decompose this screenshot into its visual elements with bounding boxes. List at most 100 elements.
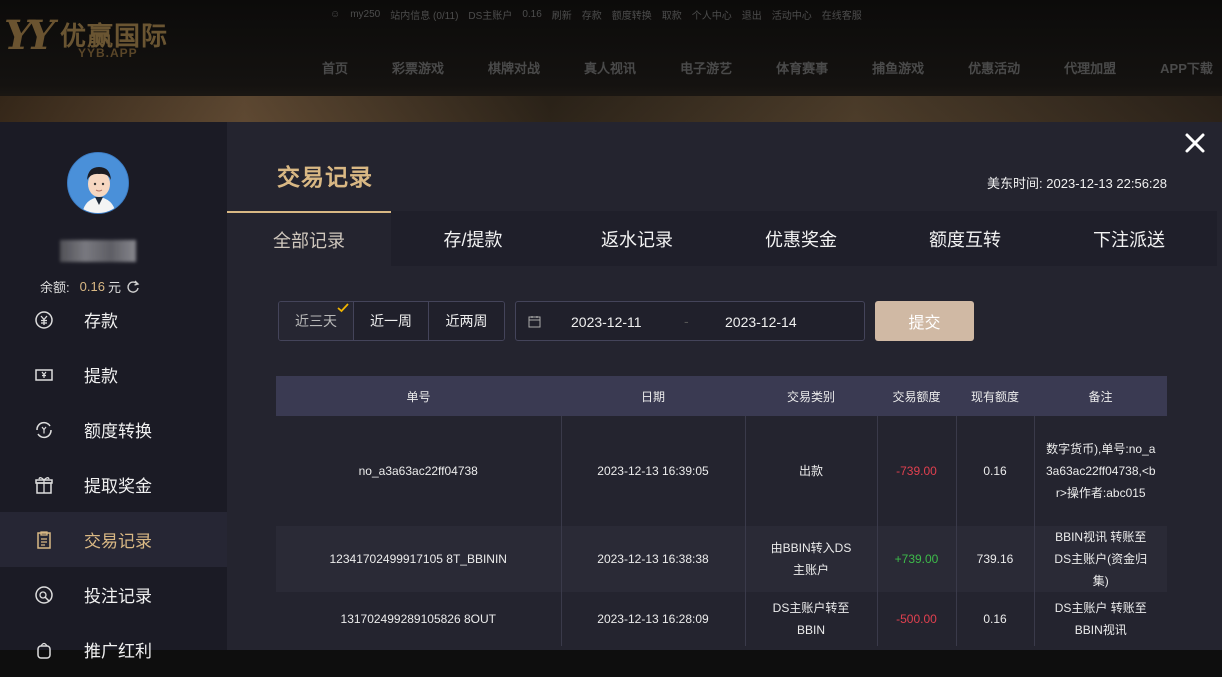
col-amount: 交易额度 xyxy=(877,376,956,416)
cell-amount: -500.00 xyxy=(877,592,957,646)
cell-order-no: 131702499289105826 8OUT xyxy=(276,592,562,646)
topbar-withdraw[interactable]: 取款 xyxy=(662,7,682,22)
sidebar-item-label: 交易记录 xyxy=(84,532,152,551)
tab-promo-bonus[interactable]: 优惠奖金 xyxy=(719,211,883,266)
cell-balance: 0.16 xyxy=(956,592,1035,646)
site-logo[interactable]: YY 优赢国际 YYB.APP xyxy=(4,8,174,60)
sidebar-item-label: 投注记录 xyxy=(84,587,152,606)
sidebar-item-withdraw[interactable]: 提款 xyxy=(0,347,227,402)
topbar-refresh[interactable]: 刷新 xyxy=(552,7,572,22)
cell-date: 2023-12-13 16:38:38 xyxy=(561,526,746,592)
nav-fishing[interactable]: 捕鱼游戏 xyxy=(872,58,924,77)
eastern-time: 美东时间: 2023-12-13 22:56:28 xyxy=(987,173,1167,192)
sidebar-item-label: 存款 xyxy=(84,312,118,331)
username-redacted xyxy=(60,240,136,262)
col-note: 备注 xyxy=(1034,376,1167,416)
nav-agent[interactable]: 代理加盟 xyxy=(1064,58,1116,77)
sidebar-menu: 存款 提款 额度转换 提取奖金 交易记录 投注记录 推广红利 xyxy=(0,292,227,677)
site-topbar: ☺ my250 站内信息 (0/11) DS主账户 0.16 刷新 存款 额度转… xyxy=(330,6,872,22)
cell-note: BBIN视讯 转账至 DS主账户(资金归集) xyxy=(1034,526,1167,592)
time-label: 美东时间: xyxy=(987,176,1043,191)
sidebar-item-bets[interactable]: 投注记录 xyxy=(0,567,227,622)
sidebar-item-label: 额度转换 xyxy=(84,422,152,441)
topbar-support[interactable]: 在线客服 xyxy=(822,7,862,22)
nav-live[interactable]: 真人视讯 xyxy=(584,58,636,77)
page-title: 交易记录 xyxy=(277,164,373,190)
withdraw-icon xyxy=(34,365,54,385)
cell-type: 由BBIN转入DS主账户 xyxy=(745,526,878,592)
sidebar-item-label: 提取奖金 xyxy=(84,477,152,496)
transactions-panel: 交易记录 美东时间: 2023-12-13 22:56:28 全部记录 存/提款… xyxy=(227,122,1222,650)
range-selector: 近三天 近一周 近两周 xyxy=(278,301,505,341)
sidebar-item-transactions[interactable]: 交易记录 xyxy=(0,512,227,567)
topbar-username[interactable]: my250 xyxy=(350,9,380,20)
tab-all-records[interactable]: 全部记录 xyxy=(227,211,391,266)
cell-balance: 739.16 xyxy=(956,526,1035,592)
cell-date: 2023-12-13 16:39:05 xyxy=(561,416,746,526)
avatar xyxy=(67,152,129,214)
main-nav: 首页 彩票游戏 棋牌对战 真人视讯 电子游艺 体育赛事 捕鱼游戏 优惠活动 代理… xyxy=(322,58,1222,77)
site-header: YY 优赢国际 YYB.APP ☺ my250 站内信息 (0/11) DS主账… xyxy=(0,0,1222,122)
date-range-picker[interactable]: 2023-12-11 - 2023-12-14 xyxy=(515,301,865,341)
table-header-row: 单号 日期 交易类别 交易额度 现有额度 备注 xyxy=(276,376,1167,416)
cell-order-no: 12341702499917105 8T_BBININ xyxy=(276,526,562,592)
topbar-account[interactable]: DS主账户 xyxy=(468,7,512,22)
sidebar-item-bonus[interactable]: 提取奖金 xyxy=(0,457,227,512)
calendar-icon xyxy=(528,316,541,328)
end-date[interactable]: 2023-12-14 xyxy=(725,314,797,330)
gift-icon xyxy=(34,475,54,495)
col-order-no: 单号 xyxy=(276,376,561,416)
nav-slots[interactable]: 电子游艺 xyxy=(680,58,732,77)
tab-rebate[interactable]: 返水记录 xyxy=(555,211,719,266)
range-1-week[interactable]: 近一周 xyxy=(354,302,429,340)
avatar-image xyxy=(68,153,128,213)
date-separator: - xyxy=(684,313,689,329)
header-banner-strip xyxy=(0,96,1222,122)
nav-sports[interactable]: 体育赛事 xyxy=(776,58,828,77)
nav-chess[interactable]: 棋牌对战 xyxy=(488,58,540,77)
cell-date: 2023-12-13 16:28:09 xyxy=(561,592,746,646)
clipboard-icon xyxy=(34,530,54,550)
check-icon xyxy=(337,303,349,313)
tab-bet-payout[interactable]: 下注派送 xyxy=(1047,211,1211,266)
account-modal: 余额: 0.16 元 存款 提款 额度转换 提取奖金 交易记录 投注记录 推广红… xyxy=(0,122,1222,661)
topbar-balance: 0.16 xyxy=(522,8,542,20)
topbar-transfer[interactable]: 额度转换 xyxy=(612,7,652,22)
nav-home[interactable]: 首页 xyxy=(322,58,348,77)
tab-deposit-withdraw[interactable]: 存/提款 xyxy=(391,211,555,266)
account-sidebar: 余额: 0.16 元 存款 提款 额度转换 提取奖金 交易记录 投注记录 推广红… xyxy=(0,122,227,661)
submit-button[interactable]: 提交 xyxy=(875,301,974,341)
nav-lottery[interactable]: 彩票游戏 xyxy=(392,58,444,77)
topbar-deposit[interactable]: 存款 xyxy=(582,7,602,22)
topbar-logout[interactable]: 退出 xyxy=(742,7,762,22)
transactions-table: 单号 日期 交易类别 交易额度 现有额度 备注 no_a3a63ac22ff04… xyxy=(276,376,1167,646)
range-2-weeks[interactable]: 近两周 xyxy=(429,302,504,340)
tab-transfers[interactable]: 额度互转 xyxy=(883,211,1047,266)
nav-app[interactable]: APP下载 xyxy=(1160,58,1213,77)
time-value: 2023-12-13 22:56:28 xyxy=(1046,176,1167,191)
record-tabs: 全部记录 存/提款 返水记录 优惠奖金 额度互转 下注派送 xyxy=(227,211,1217,266)
range-3-days[interactable]: 近三天 xyxy=(279,302,354,340)
cell-note: DS主账户 转账至 BBIN视讯 xyxy=(1034,592,1167,646)
cell-note: 数字货币),单号:no_a3a63ac22ff04738,<br>操作者:abc… xyxy=(1034,416,1167,526)
sidebar-item-transfer[interactable]: 额度转换 xyxy=(0,402,227,457)
cell-type: DS主账户转至BBIN xyxy=(745,592,878,646)
start-date[interactable]: 2023-12-11 xyxy=(571,314,642,330)
col-balance: 现有额度 xyxy=(956,376,1034,416)
bet-record-icon xyxy=(34,585,54,605)
logo-mark: YY xyxy=(4,12,55,59)
topbar-profile[interactable]: 个人中心 xyxy=(692,7,732,22)
col-date: 日期 xyxy=(561,376,745,416)
table-row: 131702499289105826 8OUT 2023-12-13 16:28… xyxy=(276,592,1167,646)
transfer-icon xyxy=(34,420,54,440)
user-icon: ☺ xyxy=(330,8,341,20)
topbar-activity[interactable]: 活动中心 xyxy=(772,7,812,22)
topbar-messages[interactable]: 站内信息 (0/11) xyxy=(390,7,458,22)
close-icon[interactable] xyxy=(1182,130,1208,156)
table-row: 12341702499917105 8T_BBININ 2023-12-13 1… xyxy=(276,526,1167,592)
sidebar-item-label: 提款 xyxy=(84,367,118,386)
sidebar-item-deposit[interactable]: 存款 xyxy=(0,292,227,347)
cell-type: 出款 xyxy=(745,416,878,526)
date-filter: 近三天 近一周 近两周 2023-12-11 - 2023-12-14 提交 xyxy=(278,301,974,341)
nav-promos[interactable]: 优惠活动 xyxy=(968,58,1020,77)
